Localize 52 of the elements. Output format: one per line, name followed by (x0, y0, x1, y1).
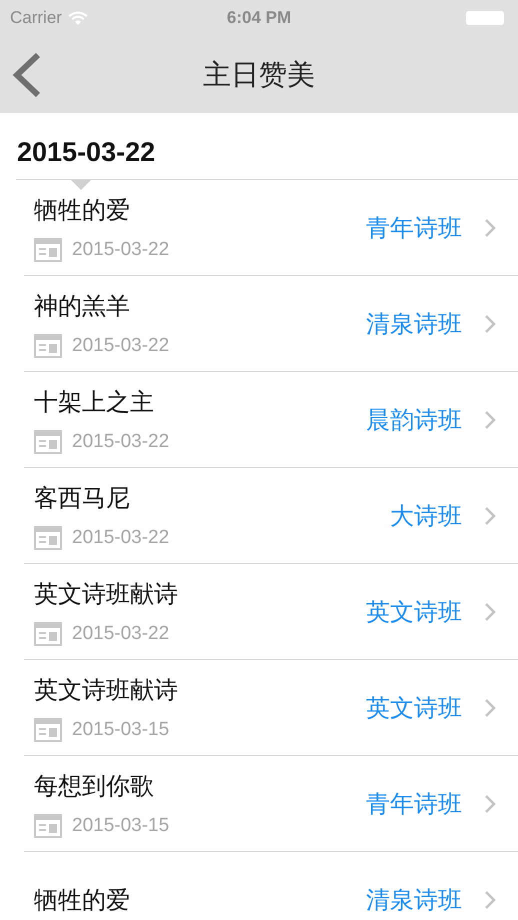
hymn-title: 牺牲的爱 (34, 196, 131, 226)
hymn-row[interactable]: 英文诗班献诗 2015-03-15 英文诗班 (24, 660, 518, 756)
hymn-date: 2015-03-22 (72, 526, 170, 548)
hymn-date: 2015-03-15 (72, 814, 170, 836)
hymn-date: 2015-03-15 (72, 718, 170, 740)
chevron-icon (484, 314, 496, 334)
choir-label: 英文诗班 (366, 598, 462, 628)
document-icon (34, 718, 62, 742)
hymn-title: 每想到你歌 (34, 772, 155, 802)
hymn-title: 十架上之主 (34, 388, 155, 418)
hymn-row[interactable]: 十架上之主 2015-03-22 晨韵诗班 (24, 372, 518, 468)
choir-label: 青年诗班 (366, 790, 462, 820)
hymn-row[interactable]: 牺牲的爱 清泉诗班 (24, 852, 518, 918)
document-icon (34, 526, 62, 550)
hymn-row[interactable]: 神的羔羊 2015-03-22 清泉诗班 (24, 276, 518, 372)
chevron-icon (484, 506, 496, 526)
hymn-row[interactable]: 客西马尼 2015-03-22 大诗班 (24, 468, 518, 564)
choir-label: 晨韵诗班 (366, 406, 462, 436)
choir-label: 清泉诗班 (366, 310, 462, 340)
wifi-icon (68, 10, 88, 26)
hymn-row[interactable]: 牺牲的爱 2015-03-22 青年诗班 (24, 180, 518, 276)
document-icon (34, 334, 62, 358)
hymn-date: 2015-03-22 (72, 238, 170, 260)
hymn-row[interactable]: 每想到你歌 2015-03-15 青年诗班 (24, 756, 518, 852)
hymn-title: 神的羔羊 (34, 292, 131, 322)
hymn-title: 客西马尼 (34, 484, 131, 514)
choir-label: 清泉诗班 (366, 886, 462, 916)
page-title: 主日赞美 (203, 58, 315, 92)
hymn-date: 2015-03-22 (72, 430, 170, 452)
document-icon (34, 238, 62, 262)
document-icon (34, 814, 62, 838)
carrier-label: Carrier (10, 8, 62, 28)
battery-icon (466, 11, 504, 25)
choir-label: 英文诗班 (366, 694, 462, 724)
choir-label: 青年诗班 (366, 214, 462, 244)
chevron-icon (484, 698, 496, 718)
hymn-date: 2015-03-22 (72, 622, 170, 644)
chevron-icon (484, 794, 496, 814)
hymn-title: 英文诗班献诗 (34, 676, 179, 706)
document-icon (34, 622, 62, 646)
hymn-date: 2015-03-22 (72, 334, 170, 356)
chevron-icon (484, 410, 496, 430)
chevron-icon (484, 218, 496, 238)
hymn-title: 英文诗班献诗 (34, 580, 179, 610)
chevron-icon (484, 602, 496, 622)
hymn-row[interactable]: 英文诗班献诗 2015-03-22 英文诗班 (24, 564, 518, 660)
chevron-icon (484, 890, 496, 910)
hymn-title: 牺牲的爱 (34, 886, 131, 916)
status-time: 6:04 PM (226, 8, 292, 27)
document-icon (34, 430, 62, 454)
choir-label: 大诗班 (390, 502, 462, 532)
section-date: 2015-03-22 (17, 137, 156, 168)
